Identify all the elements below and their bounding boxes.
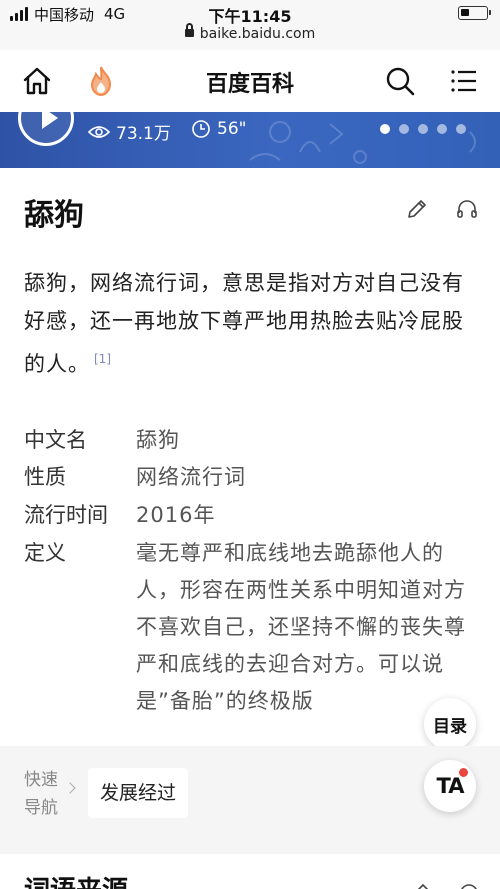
- status-time: 下午11:45: [208, 7, 292, 26]
- battery-level: [461, 9, 469, 16]
- carousel-dot[interactable]: [418, 124, 428, 134]
- video-banner[interactable]: 73.1万 56": [0, 112, 500, 168]
- page-title: 百度百科: [205, 72, 294, 97]
- info-value: 2016年: [136, 503, 216, 527]
- listen-button[interactable]: [454, 196, 480, 222]
- summary-text: 舔狗，网络流行词，意思是指对方对自己没有好感，还一再地放下尊严地用热脸去贴冷屁股…: [24, 271, 464, 376]
- views-count: 73.1万: [116, 124, 171, 144]
- info-value: 舔狗: [136, 428, 180, 452]
- edit-button[interactable]: [404, 196, 430, 222]
- info-label: 性质: [24, 465, 66, 489]
- pencil-icon: [417, 883, 429, 889]
- ta-button[interactable]: TA: [424, 760, 476, 812]
- toc-label: 目录: [433, 716, 467, 737]
- carousel-dot[interactable]: [437, 124, 447, 134]
- duration-stat: 56": [191, 119, 246, 139]
- menu-button[interactable]: [447, 64, 481, 98]
- headphones-icon: [457, 200, 477, 218]
- url-text: baike.baidu.com: [199, 26, 316, 42]
- pencil-icon: [408, 200, 426, 218]
- info-value: 毫无尊严和底线地去跪舔他人的人，形容在两性关系中明知道对方不喜欢自己，还坚持不懈…: [136, 541, 466, 713]
- headphones-icon: [461, 884, 477, 889]
- banner-doodles: [249, 121, 476, 164]
- info-value: 网络流行词: [136, 465, 246, 489]
- section-title: 词语来源: [24, 870, 128, 889]
- top-navbar: 百度百科: [0, 50, 500, 112]
- notification-dot: [459, 768, 468, 777]
- eye-icon: [88, 125, 110, 138]
- citation-link[interactable]: [1]: [94, 352, 111, 366]
- menu-icon: [451, 70, 476, 92]
- info-label: 流行时间: [24, 503, 108, 527]
- chevron-right-icon: [64, 782, 76, 794]
- carousel-dot[interactable]: [456, 124, 466, 134]
- entry-card: 舔狗 舔狗，网络流行词，意思是指对方对自己没有好感，还一再地放下尊严地用热脸去贴…: [0, 168, 500, 746]
- search-button[interactable]: [383, 64, 417, 98]
- next-section: 词语来源: [0, 854, 500, 889]
- carousel-dot[interactable]: [380, 124, 390, 134]
- carousel-dots: [380, 124, 466, 134]
- entry-title: 舔狗: [24, 198, 84, 233]
- status-bar: 中国移动 4G 下午11:45 baike.baidu.com: [0, 0, 500, 50]
- entry-summary: 舔狗，网络流行词，意思是指对方对自己没有好感，还一再地放下尊严地用热脸去贴冷屁股…: [24, 264, 464, 383]
- carousel-dot[interactable]: [399, 124, 409, 134]
- lock-icon: [184, 23, 194, 39]
- battery-icon: [458, 6, 491, 20]
- section-listen-button[interactable]: [456, 880, 482, 889]
- address-bar[interactable]: baike.baidu.com: [0, 23, 500, 42]
- play-icon: [42, 112, 58, 129]
- info-label: 定义: [24, 541, 66, 565]
- info-label: 中文名: [24, 428, 87, 452]
- quick-nav-chip[interactable]: 发展经过: [88, 768, 189, 818]
- quick-nav-label: 快速导航: [24, 770, 58, 818]
- video-duration: 56": [217, 119, 247, 139]
- views-stat: 73.1万: [88, 119, 171, 144]
- toc-button[interactable]: 目录: [424, 698, 476, 750]
- ta-label: TA: [436, 774, 465, 798]
- clock-icon: [192, 120, 210, 138]
- search-icon: [386, 67, 415, 96]
- section-edit-button[interactable]: [406, 880, 432, 889]
